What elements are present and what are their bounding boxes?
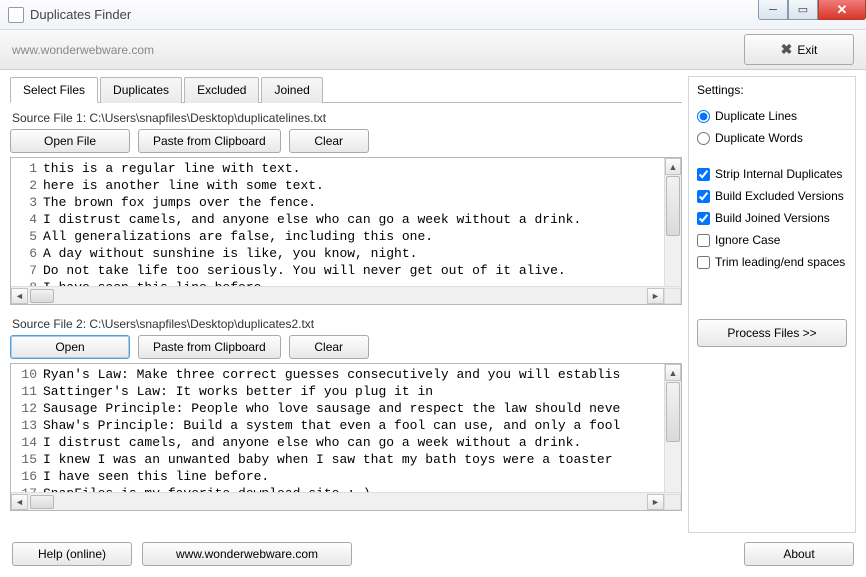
check-trim-spaces[interactable]: Trim leading/end spaces [697, 255, 847, 269]
editor-line: 15I knew I was an unwanted baby when I s… [15, 451, 677, 468]
settings-heading: Settings: [697, 83, 847, 97]
horizontal-scrollbar[interactable]: ◄ ► [11, 286, 681, 304]
tab-bar: Select Files Duplicates Excluded Joined [10, 76, 682, 103]
footer: Help (online) www.wonderwebware.com Abou… [0, 535, 866, 577]
scroll-right-icon[interactable]: ► [647, 288, 664, 304]
exit-button[interactable]: ✖ Exit [744, 34, 854, 65]
about-button[interactable]: About [744, 542, 854, 566]
tab-joined[interactable]: Joined [261, 77, 322, 103]
tab-excluded[interactable]: Excluded [184, 77, 259, 103]
source-1-clear-button[interactable]: Clear [289, 129, 369, 153]
vertical-scrollbar[interactable]: ▲ [664, 364, 681, 492]
source-1-editor[interactable]: 1this is a regular line with text.2here … [10, 157, 682, 305]
source-2-label: Source File 2: C:\Users\snapfiles\Deskto… [12, 317, 682, 331]
scroll-up-icon[interactable]: ▲ [665, 364, 681, 381]
checkbox-input[interactable] [697, 256, 710, 269]
check-label: Build Excluded Versions [715, 189, 844, 203]
check-strip-duplicates[interactable]: Strip Internal Duplicates [697, 167, 847, 181]
editor-line: 17SnapFiles is my favorite download site… [15, 485, 677, 492]
radio-duplicate-lines[interactable]: Duplicate Lines [697, 109, 847, 123]
radio-duplicate-words[interactable]: Duplicate Words [697, 131, 847, 145]
checkbox-input[interactable] [697, 190, 710, 203]
editor-line: 13Shaw's Principle: Build a system that … [15, 417, 677, 434]
horizontal-scrollbar[interactable]: ◄ ► [11, 492, 681, 510]
minimize-button[interactable]: ─ [758, 0, 788, 20]
editor-line: 8I have seen this line before. [15, 279, 677, 286]
settings-panel: Settings: Duplicate Lines Duplicate Word… [688, 76, 856, 533]
source-1-open-button[interactable]: Open File [10, 129, 130, 153]
checkbox-input[interactable] [697, 234, 710, 247]
website-button[interactable]: www.wonderwebware.com [142, 542, 352, 566]
editor-line: 5All generalizations are false, includin… [15, 228, 677, 245]
checkbox-input[interactable] [697, 168, 710, 181]
check-label: Build Joined Versions [715, 211, 830, 225]
exit-icon: ✖ [781, 41, 793, 58]
header-url: www.wonderwebware.com [12, 43, 744, 57]
editor-line: 11Sattinger's Law: It works better if yo… [15, 383, 677, 400]
editor-line: 10Ryan's Law: Make three correct guesses… [15, 366, 677, 383]
window-title: Duplicates Finder [30, 7, 131, 22]
radio-label: Duplicate Lines [715, 109, 797, 123]
scroll-thumb[interactable] [30, 289, 54, 303]
exit-label: Exit [797, 43, 817, 57]
editor-line: 4I distrust camels, and anyone else who … [15, 211, 677, 228]
source-1-paste-button[interactable]: Paste from Clipboard [138, 129, 281, 153]
check-label: Strip Internal Duplicates [715, 167, 842, 181]
source-1-block: Source File 1: C:\Users\snapfiles\Deskto… [10, 107, 682, 305]
process-files-button[interactable]: Process Files >> [697, 319, 847, 347]
header-toolbar: www.wonderwebware.com ✖ Exit [0, 30, 866, 70]
check-ignore-case[interactable]: Ignore Case [697, 233, 847, 247]
check-label: Trim leading/end spaces [715, 255, 845, 269]
editor-line: 3The brown fox jumps over the fence. [15, 194, 677, 211]
radio-input[interactable] [697, 132, 710, 145]
editor-line: 7Do not take life too seriously. You wil… [15, 262, 677, 279]
check-build-joined[interactable]: Build Joined Versions [697, 211, 847, 225]
help-button[interactable]: Help (online) [12, 542, 132, 566]
close-button[interactable]: ✕ [818, 0, 866, 20]
source-2-block: Source File 2: C:\Users\snapfiles\Deskto… [10, 313, 682, 511]
source-2-editor[interactable]: 10Ryan's Law: Make three correct guesses… [10, 363, 682, 511]
scroll-left-icon[interactable]: ◄ [11, 494, 28, 510]
checkbox-input[interactable] [697, 212, 710, 225]
radio-input[interactable] [697, 110, 710, 123]
check-label: Ignore Case [715, 233, 780, 247]
editor-line: 1this is a regular line with text. [15, 160, 677, 177]
scroll-thumb[interactable] [30, 495, 54, 509]
scroll-thumb[interactable] [666, 382, 680, 442]
source-2-paste-button[interactable]: Paste from Clipboard [138, 335, 281, 359]
tab-select-files[interactable]: Select Files [10, 77, 98, 103]
tab-duplicates[interactable]: Duplicates [100, 77, 182, 103]
scroll-left-icon[interactable]: ◄ [11, 288, 28, 304]
maximize-button[interactable]: ▭ [788, 0, 818, 20]
radio-label: Duplicate Words [715, 131, 803, 145]
scroll-right-icon[interactable]: ► [647, 494, 664, 510]
app-icon [8, 7, 24, 23]
source-2-clear-button[interactable]: Clear [289, 335, 369, 359]
source-2-open-button[interactable]: Open [10, 335, 130, 359]
editor-line: 16I have seen this line before. [15, 468, 677, 485]
scroll-up-icon[interactable]: ▲ [665, 158, 681, 175]
editor-line: 12Sausage Principle: People who love sau… [15, 400, 677, 417]
editor-line: 14I distrust camels, and anyone else who… [15, 434, 677, 451]
scroll-thumb[interactable] [666, 176, 680, 236]
source-1-label: Source File 1: C:\Users\snapfiles\Deskto… [12, 111, 682, 125]
editor-line: 2here is another line with some text. [15, 177, 677, 194]
check-build-excluded[interactable]: Build Excluded Versions [697, 189, 847, 203]
titlebar: Duplicates Finder ─ ▭ ✕ [0, 0, 866, 30]
vertical-scrollbar[interactable]: ▲ [664, 158, 681, 286]
editor-line: 6A day without sunshine is like, you kno… [15, 245, 677, 262]
